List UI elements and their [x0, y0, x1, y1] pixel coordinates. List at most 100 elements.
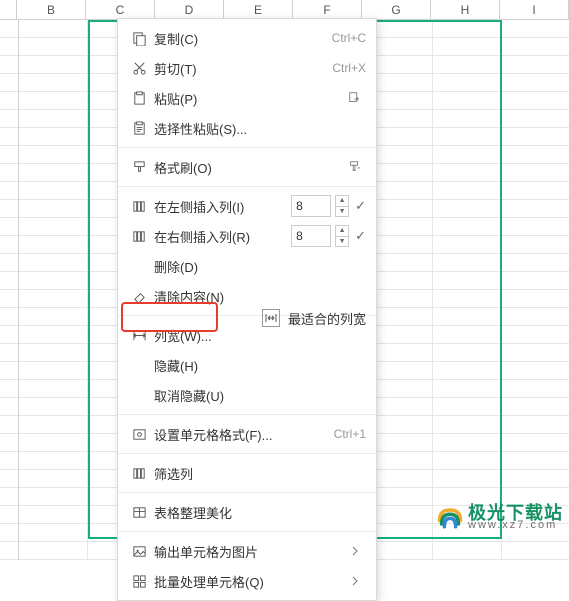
cell[interactable]: [502, 236, 569, 254]
cell[interactable]: [433, 164, 502, 182]
cell[interactable]: [19, 380, 88, 398]
cell[interactable]: [19, 74, 88, 92]
row-number[interactable]: [0, 110, 19, 128]
row-number[interactable]: [0, 542, 19, 560]
col-header[interactable]: G: [362, 0, 431, 19]
cell[interactable]: [433, 308, 502, 326]
cell[interactable]: [433, 182, 502, 200]
menu-cell-format[interactable]: 设置单元格格式(F)... Ctrl+1: [118, 419, 376, 449]
insert-right-count[interactable]: 8: [291, 225, 331, 247]
cell[interactable]: [19, 398, 88, 416]
col-header[interactable]: I: [500, 0, 569, 19]
cell[interactable]: [433, 128, 502, 146]
menu-paste-special[interactable]: 选择性粘贴(S)...: [118, 113, 376, 143]
row-number[interactable]: [0, 128, 19, 146]
cell[interactable]: [19, 326, 88, 344]
cell[interactable]: [502, 272, 569, 290]
menu-cut[interactable]: 剪切(T) Ctrl+X: [118, 53, 376, 83]
cell[interactable]: [502, 416, 569, 434]
col-header[interactable]: E: [224, 0, 293, 19]
insert-left-count[interactable]: 8: [291, 195, 331, 217]
cell[interactable]: [19, 452, 88, 470]
cell[interactable]: [502, 344, 569, 362]
row-number[interactable]: [0, 452, 19, 470]
cell[interactable]: [502, 92, 569, 110]
row-number[interactable]: [0, 20, 19, 38]
cell[interactable]: [19, 128, 88, 146]
cell[interactable]: [502, 470, 569, 488]
cell[interactable]: [502, 290, 569, 308]
cell[interactable]: [502, 380, 569, 398]
cell[interactable]: [502, 362, 569, 380]
row-number[interactable]: [0, 308, 19, 326]
cell[interactable]: [19, 416, 88, 434]
cell[interactable]: [19, 308, 88, 326]
cell[interactable]: [433, 470, 502, 488]
cell[interactable]: [433, 344, 502, 362]
row-number[interactable]: [0, 182, 19, 200]
cell[interactable]: [19, 254, 88, 272]
cell[interactable]: [433, 20, 502, 38]
cell[interactable]: [19, 110, 88, 128]
cell[interactable]: [19, 542, 88, 560]
cell[interactable]: [19, 470, 88, 488]
cell[interactable]: [433, 272, 502, 290]
spin-up-icon[interactable]: ▲: [335, 195, 349, 206]
menu-unhide[interactable]: 取消隐藏(U): [118, 380, 376, 410]
row-number[interactable]: [0, 56, 19, 74]
cell[interactable]: [502, 218, 569, 236]
cell[interactable]: [502, 128, 569, 146]
menu-copy[interactable]: 复制(C) Ctrl+C: [118, 23, 376, 53]
row-number[interactable]: [0, 254, 19, 272]
cell[interactable]: [19, 488, 88, 506]
row-number[interactable]: [0, 524, 19, 542]
row-number[interactable]: [0, 344, 19, 362]
cell[interactable]: [19, 272, 88, 290]
cell[interactable]: [433, 398, 502, 416]
row-number[interactable]: [0, 272, 19, 290]
cell[interactable]: [502, 308, 569, 326]
row-number[interactable]: [0, 290, 19, 308]
row-number[interactable]: [0, 434, 19, 452]
menu-hide[interactable]: 隐藏(H): [118, 350, 376, 380]
cell[interactable]: [433, 146, 502, 164]
cell[interactable]: [502, 146, 569, 164]
col-header[interactable]: D: [155, 0, 224, 19]
menu-insert-right[interactable]: 在右侧插入列(R) 8 ▲ ▼ ✓: [118, 221, 376, 251]
cell[interactable]: [502, 398, 569, 416]
cell[interactable]: [433, 290, 502, 308]
spinner[interactable]: ▲ ▼: [335, 195, 349, 217]
corner-cell[interactable]: [0, 0, 17, 19]
row-number[interactable]: [0, 38, 19, 56]
col-header[interactable]: F: [293, 0, 362, 19]
cell[interactable]: [433, 110, 502, 128]
cell[interactable]: [433, 362, 502, 380]
col-header[interactable]: C: [86, 0, 155, 19]
cell[interactable]: [502, 434, 569, 452]
spin-down-icon[interactable]: ▼: [335, 206, 349, 218]
cell[interactable]: [433, 326, 502, 344]
row-number[interactable]: [0, 380, 19, 398]
row-number[interactable]: [0, 218, 19, 236]
cell[interactable]: [502, 200, 569, 218]
cell[interactable]: [19, 290, 88, 308]
menu-insert-left[interactable]: 在左侧插入列(I) 8 ▲ ▼ ✓: [118, 191, 376, 221]
row-number[interactable]: [0, 362, 19, 380]
cell[interactable]: [502, 74, 569, 92]
cell[interactable]: [19, 92, 88, 110]
menu-filter-column[interactable]: 筛选列: [118, 458, 376, 488]
cell[interactable]: [433, 416, 502, 434]
menu-format-painter[interactable]: 格式刷(O): [118, 152, 376, 182]
row-number[interactable]: [0, 506, 19, 524]
check-icon[interactable]: ✓: [355, 198, 366, 214]
cell[interactable]: [433, 542, 502, 560]
cell[interactable]: [433, 452, 502, 470]
row-number[interactable]: [0, 200, 19, 218]
row-number[interactable]: [0, 164, 19, 182]
cell[interactable]: [19, 434, 88, 452]
row-number[interactable]: [0, 236, 19, 254]
cell[interactable]: [502, 164, 569, 182]
spin-down-icon[interactable]: ▼: [335, 236, 349, 248]
cell[interactable]: [19, 236, 88, 254]
cell[interactable]: [502, 254, 569, 272]
